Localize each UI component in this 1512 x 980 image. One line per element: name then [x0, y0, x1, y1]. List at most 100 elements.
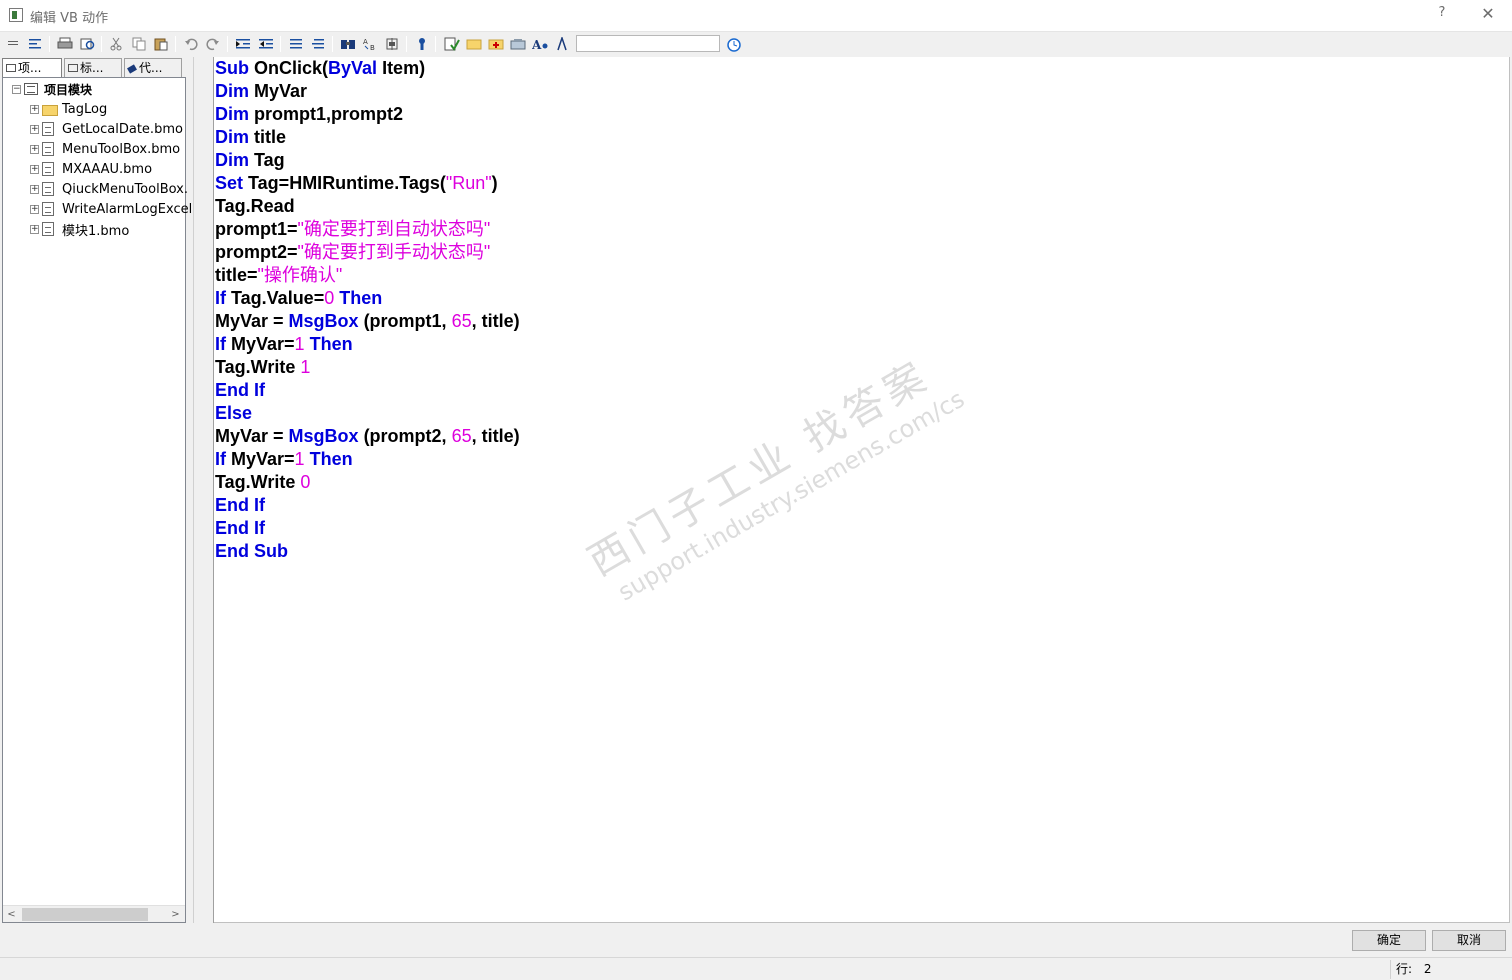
- syntax-check-icon[interactable]: [443, 35, 461, 53]
- module-file-icon: [42, 182, 54, 196]
- code-line[interactable]: Tag.Read: [215, 195, 295, 218]
- code-line[interactable]: Else: [215, 402, 252, 425]
- code-token: End Sub: [215, 541, 288, 561]
- code-line[interactable]: If Tag.Value=0 Then: [215, 287, 382, 310]
- collapse-icon[interactable]: −: [12, 84, 21, 94]
- tab-code[interactable]: 代...: [124, 58, 182, 77]
- code-token: Then: [309, 449, 353, 469]
- code-token: MyVar =: [215, 426, 289, 446]
- expand-icon[interactable]: +: [30, 164, 39, 174]
- module-file-icon: [42, 162, 54, 176]
- folder-add-icon[interactable]: [487, 35, 505, 53]
- menu-icon[interactable]: [4, 35, 22, 53]
- symbol-icon[interactable]: [553, 35, 571, 53]
- code-token: Tag: [249, 150, 285, 170]
- code-token: Tag=HMIRuntime.Tags(: [243, 173, 446, 193]
- outdent-icon[interactable]: [257, 35, 275, 53]
- paste-icon[interactable]: [152, 35, 170, 53]
- toolbar-search-input[interactable]: [576, 35, 720, 52]
- expand-icon[interactable]: +: [30, 144, 39, 154]
- uncomment-icon[interactable]: [309, 35, 327, 53]
- find-icon[interactable]: [339, 35, 357, 53]
- tree-item[interactable]: + MXAAAU.bmo: [30, 159, 152, 179]
- ok-button[interactable]: 确定: [1352, 930, 1426, 951]
- code-line[interactable]: Tag.Write 0: [215, 471, 310, 494]
- expand-icon[interactable]: +: [30, 124, 39, 134]
- code-line[interactable]: Set Tag=HMIRuntime.Tags("Run"): [215, 172, 498, 195]
- print-preview-icon[interactable]: [79, 35, 97, 53]
- replace-icon[interactable]: AB: [361, 35, 379, 53]
- horizontal-scrollbar[interactable]: < >: [3, 905, 185, 922]
- scrollbar-thumb[interactable]: [22, 908, 148, 921]
- code-token: End If: [215, 518, 265, 538]
- code-token: 0: [300, 472, 311, 492]
- code-line[interactable]: End If: [215, 517, 265, 540]
- svg-text:A: A: [532, 38, 542, 51]
- clock-icon[interactable]: [725, 35, 743, 53]
- tree-item[interactable]: + WriteAlarmLogExcel.: [30, 199, 196, 219]
- indent-icon[interactable]: [234, 35, 252, 53]
- code-line[interactable]: Tag.Write 1: [215, 356, 310, 379]
- code-token: 65: [451, 311, 472, 331]
- tab-tags-icon: [68, 64, 78, 72]
- code-token: Item): [377, 58, 426, 78]
- copy-icon[interactable]: [130, 35, 148, 53]
- module-file-icon: [42, 142, 54, 156]
- print-icon[interactable]: [56, 35, 74, 53]
- code-line[interactable]: End Sub: [215, 540, 288, 563]
- code-token: "Run": [445, 173, 492, 193]
- tag-icon[interactable]: [509, 35, 527, 53]
- tree-item[interactable]: + GetLocalDate.bmo: [30, 119, 183, 139]
- folder-icon[interactable]: [465, 35, 483, 53]
- code-editor[interactable]: Sub OnClick(ByVal Item) Dim MyVar Dim prom…: [214, 57, 1510, 923]
- code-line[interactable]: title="操作确认": [215, 264, 342, 287]
- info-icon[interactable]: [413, 35, 431, 53]
- code-line[interactable]: End If: [215, 494, 265, 517]
- tree-item[interactable]: + QiuckMenuToolBox.: [30, 179, 188, 199]
- code-token: 1: [300, 357, 311, 377]
- code-token: Dim: [215, 104, 250, 124]
- code-token: prompt2=: [215, 242, 298, 262]
- code-token: ByVal: [328, 58, 378, 78]
- code-line[interactable]: End If: [215, 379, 265, 402]
- cancel-button[interactable]: 取消: [1432, 930, 1506, 951]
- tree-root[interactable]: − 项目模块: [12, 79, 92, 99]
- goto-icon[interactable]: [383, 35, 401, 53]
- help-button[interactable]: ?: [1430, 5, 1454, 27]
- tree-item[interactable]: + MenuToolBox.bmo: [30, 139, 180, 159]
- comment-icon[interactable]: [287, 35, 305, 53]
- expand-icon[interactable]: +: [30, 204, 39, 214]
- undo-icon[interactable]: [182, 35, 200, 53]
- code-line[interactable]: If MyVar=1 Then: [215, 448, 353, 471]
- expand-icon[interactable]: +: [30, 104, 39, 114]
- scroll-left-button[interactable]: <: [3, 906, 20, 923]
- tree-item-label: TagLog: [62, 101, 108, 117]
- code-line[interactable]: Sub OnClick(ByVal Item): [215, 57, 425, 80]
- code-line[interactable]: Dim prompt1,prompt2: [215, 103, 403, 126]
- code-token: If: [215, 334, 226, 354]
- code-line[interactable]: If MyVar=1 Then: [215, 333, 353, 356]
- cut-icon[interactable]: [107, 35, 125, 53]
- code-line[interactable]: MyVar = MsgBox (prompt2, 65, title): [215, 425, 520, 448]
- redo-icon[interactable]: [204, 35, 222, 53]
- code-token: MyVar =: [215, 311, 289, 331]
- tree-item-label: MenuToolBox.bmo: [62, 141, 181, 157]
- code-line[interactable]: Dim MyVar: [215, 80, 307, 103]
- close-button[interactable]: ✕: [1474, 4, 1502, 26]
- code-line[interactable]: MyVar = MsgBox (prompt1, 65, title): [215, 310, 520, 333]
- code-line[interactable]: prompt2="确定要打到手动状态吗": [215, 241, 490, 264]
- align-icon[interactable]: [26, 35, 44, 53]
- expand-icon[interactable]: +: [30, 224, 39, 234]
- code-token: "确定要打到手动状态吗": [297, 242, 491, 262]
- tree-item[interactable]: + TagLog: [30, 99, 107, 119]
- code-token: (prompt2,: [358, 426, 452, 446]
- expand-icon[interactable]: +: [30, 184, 39, 194]
- code-line[interactable]: Dim Tag: [215, 149, 285, 172]
- tab-project[interactable]: 项...: [2, 58, 62, 77]
- tab-tags[interactable]: 标...: [64, 58, 122, 77]
- code-line[interactable]: prompt1="确定要打到自动状态吗": [215, 218, 490, 241]
- scroll-right-button[interactable]: >: [167, 906, 184, 923]
- tree-item[interactable]: + 模块1.bmo: [30, 219, 129, 239]
- font-icon[interactable]: A: [531, 35, 549, 53]
- code-line[interactable]: Dim title: [215, 126, 286, 149]
